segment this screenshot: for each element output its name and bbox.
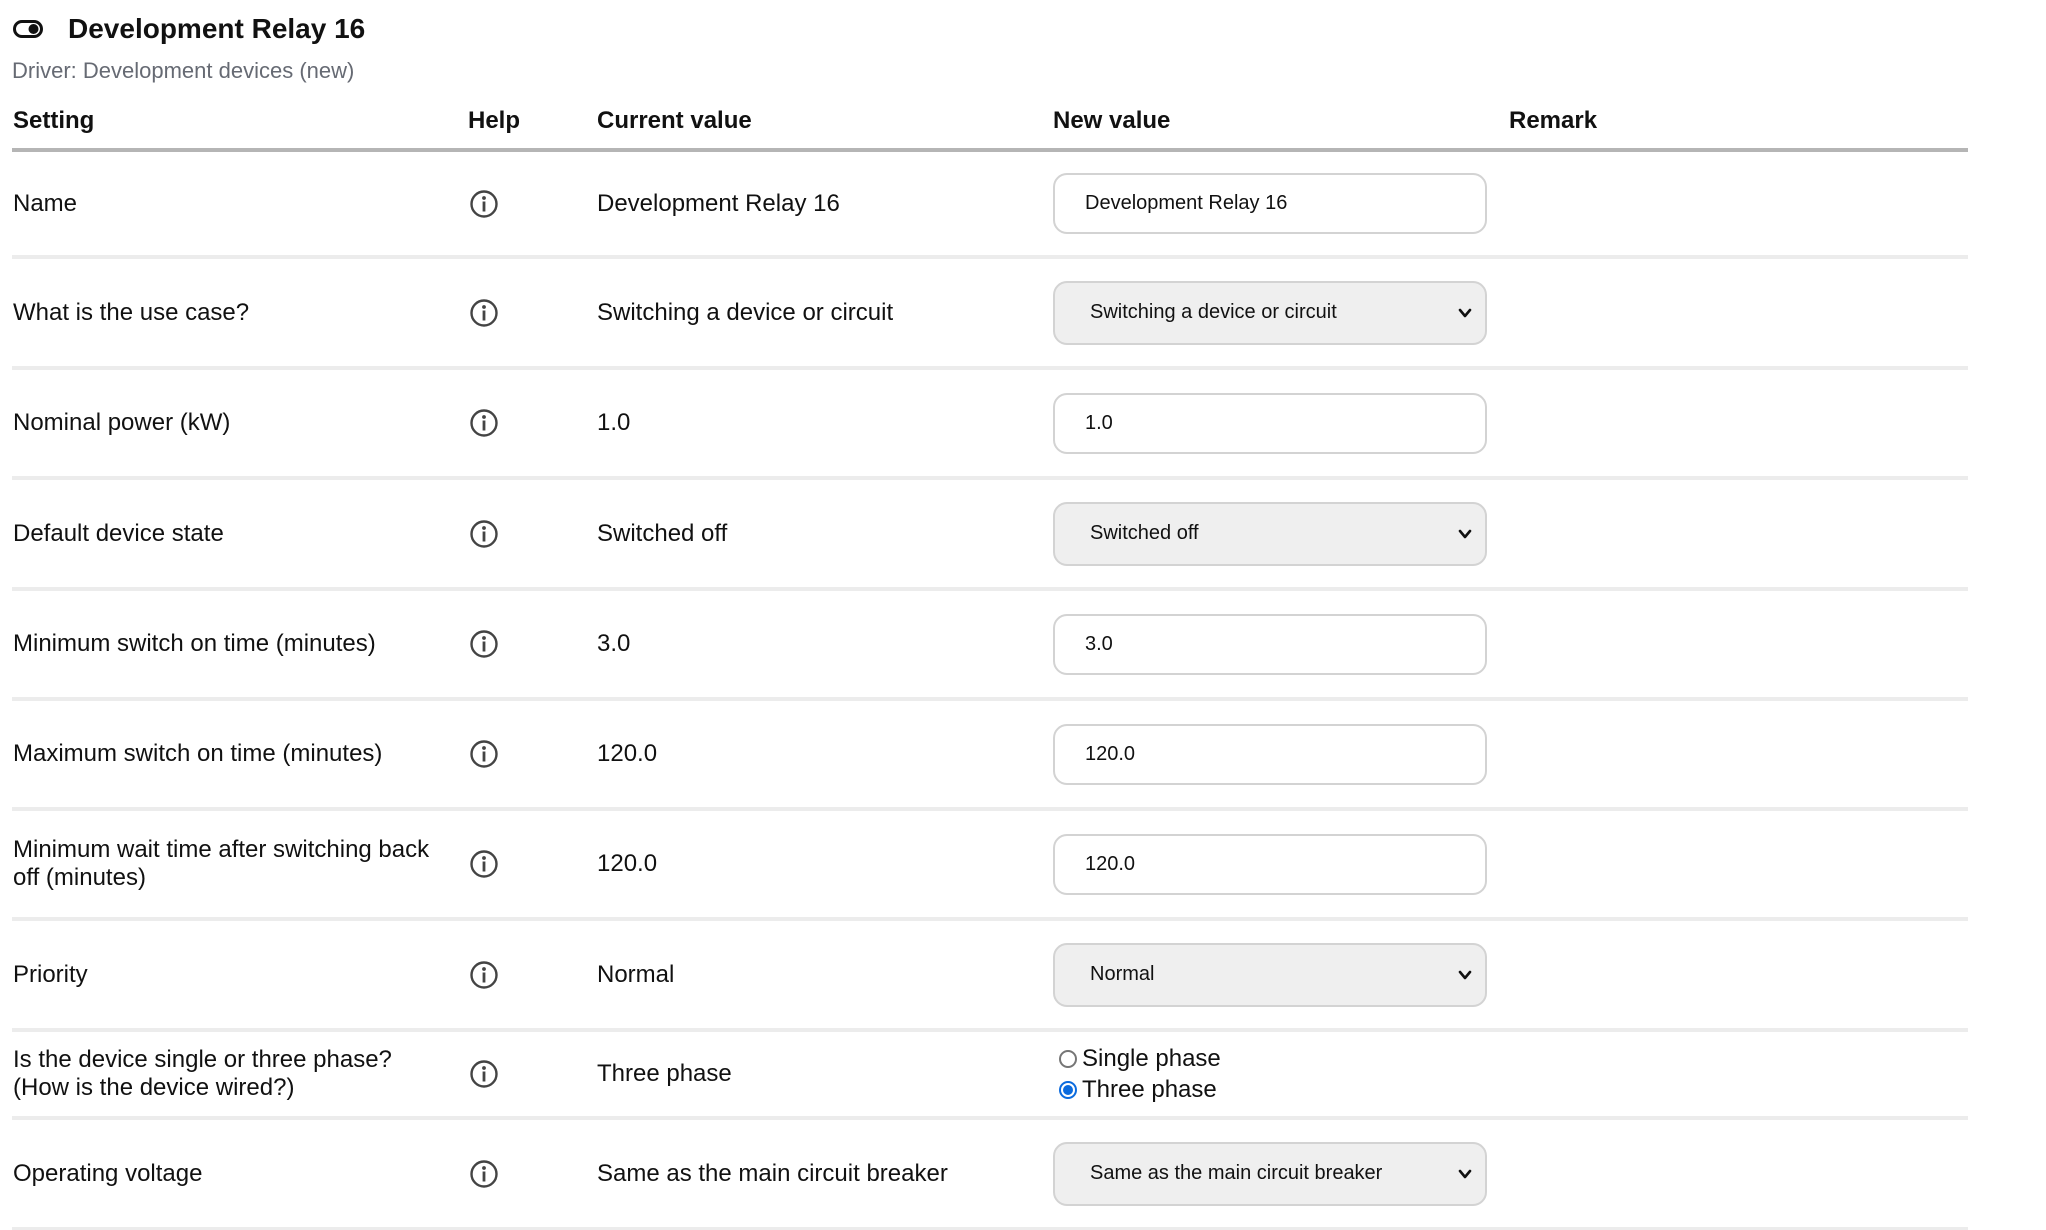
setting-label-phase-line2: (How is the device wired?) [13,1074,295,1101]
table-row-min-wait-time: Minimum wait time after switching back o… [12,811,1968,921]
chevron-down-icon [1457,526,1473,542]
column-header-help: Help [468,107,521,134]
page-title: Development Relay 16 [68,13,366,44]
table-header: Setting Help Current value New value Rem… [12,100,1968,152]
radio-button-three-phase[interactable] [1059,1080,1077,1099]
priority-select-value: Normal [1090,963,1155,985]
current-value-min-wait-time: 120.0 [597,850,658,877]
chevron-down-icon [1457,967,1473,983]
use-case-select-value: Switching a device or circuit [1090,301,1337,323]
help-icon-operating-voltage[interactable] [468,1120,500,1227]
default-state-select-value: Switched off [1090,522,1199,544]
column-header-current-value: Current value [597,107,752,134]
radio-label-three-phase: Three phase [1082,1075,1217,1103]
table-row-priority: Priority Normal Normal [12,921,1968,1032]
operating-voltage-select-value: Same as the main circuit breaker [1090,1162,1383,1184]
current-value-max-on-time: 120.0 [597,740,658,767]
current-value-nominal-power: 1.0 [597,409,631,436]
setting-label-priority: Priority [13,960,88,988]
current-value-name: Development Relay 16 [597,189,840,217]
use-case-select[interactable]: Switching a device or circuit [1053,280,1487,345]
radio-three-phase[interactable]: Three phase [1059,1074,1221,1105]
radio-label-single-phase: Single phase [1082,1044,1221,1072]
table-row-use-case: What is the use case? Switching a device… [12,259,1968,370]
setting-label-min-on-time: Minimum switch on time (minutes) [13,630,376,657]
current-value-use-case: Switching a device or circuit [597,298,894,326]
max-on-time-input[interactable] [1053,723,1487,785]
help-icon-nominal-power[interactable] [468,370,500,476]
table-row-min-on-time: Minimum switch on time (minutes) 3.0 [12,591,1968,701]
help-icon-max-on-time[interactable] [468,701,500,807]
chevron-down-icon [1457,1166,1473,1182]
help-icon-min-wait-time[interactable] [468,811,500,917]
help-icon-priority[interactable] [468,921,500,1028]
default-state-select[interactable]: Switched off [1053,501,1487,566]
table-row-phase: Is the device single or three phase? (Ho… [12,1032,1968,1120]
help-icon-phase[interactable] [468,1032,500,1116]
help-icon-min-on-time[interactable] [468,591,500,697]
setting-label-phase-line1: Is the device single or three phase? [13,1046,392,1073]
setting-label-operating-voltage: Operating voltage [13,1159,203,1187]
radio-single-phase[interactable]: Single phase [1059,1043,1221,1074]
help-icon-name[interactable] [468,152,500,255]
priority-select[interactable]: Normal [1053,942,1487,1007]
table-row-default-state: Default device state Switched off Switch… [12,480,1968,591]
current-value-default-state: Switched off [597,519,728,547]
setting-label-max-on-time: Maximum switch on time (minutes) [13,740,383,767]
setting-label-default-state: Default device state [13,519,224,547]
chevron-down-icon [1457,305,1473,321]
nominal-power-input[interactable] [1053,392,1487,454]
table-row-name: Name Development Relay 16 [12,152,1968,259]
current-value-operating-voltage: Same as the main circuit breaker [597,1159,948,1187]
setting-label-use-case: What is the use case? [13,298,250,326]
help-icon-default-state[interactable] [468,480,500,587]
table-row-nominal-power: Nominal power (kW) 1.0 [12,370,1968,480]
column-header-setting: Setting [13,107,95,134]
min-on-time-input[interactable] [1053,613,1487,675]
page-header: Development Relay 16 [13,8,365,50]
operating-voltage-select[interactable]: Same as the main circuit breaker [1053,1141,1487,1206]
current-value-phase: Three phase [597,1060,732,1087]
min-wait-time-input[interactable] [1053,833,1487,895]
table-row-max-on-time: Maximum switch on time (minutes) 120.0 [12,701,1968,811]
help-icon-use-case[interactable] [468,259,500,366]
column-header-remark: Remark [1509,107,1598,134]
radio-button-single-phase[interactable] [1059,1049,1077,1068]
name-input[interactable] [1053,173,1487,234]
settings-page: Development Relay 16 Driver: Development… [0,0,2046,1230]
phase-radio-group: Single phase Three phase [1059,1043,1221,1105]
current-value-min-on-time: 3.0 [597,630,631,657]
toggle-icon [13,8,43,50]
column-header-new-value: New value [1053,107,1171,134]
driver-label: Driver: Development devices (new) [12,58,355,83]
current-value-priority: Normal [597,960,675,988]
setting-label-phase: Is the device single or three phase? (Ho… [13,1046,433,1102]
setting-label-name: Name [13,189,78,217]
setting-label-nominal-power: Nominal power (kW) [13,409,231,436]
settings-table: Setting Help Current value New value Rem… [12,100,1968,1230]
setting-label-min-wait-time: Minimum wait time after switching back o… [13,836,430,891]
table-row-operating-voltage: Operating voltage Same as the main circu… [12,1120,1968,1230]
